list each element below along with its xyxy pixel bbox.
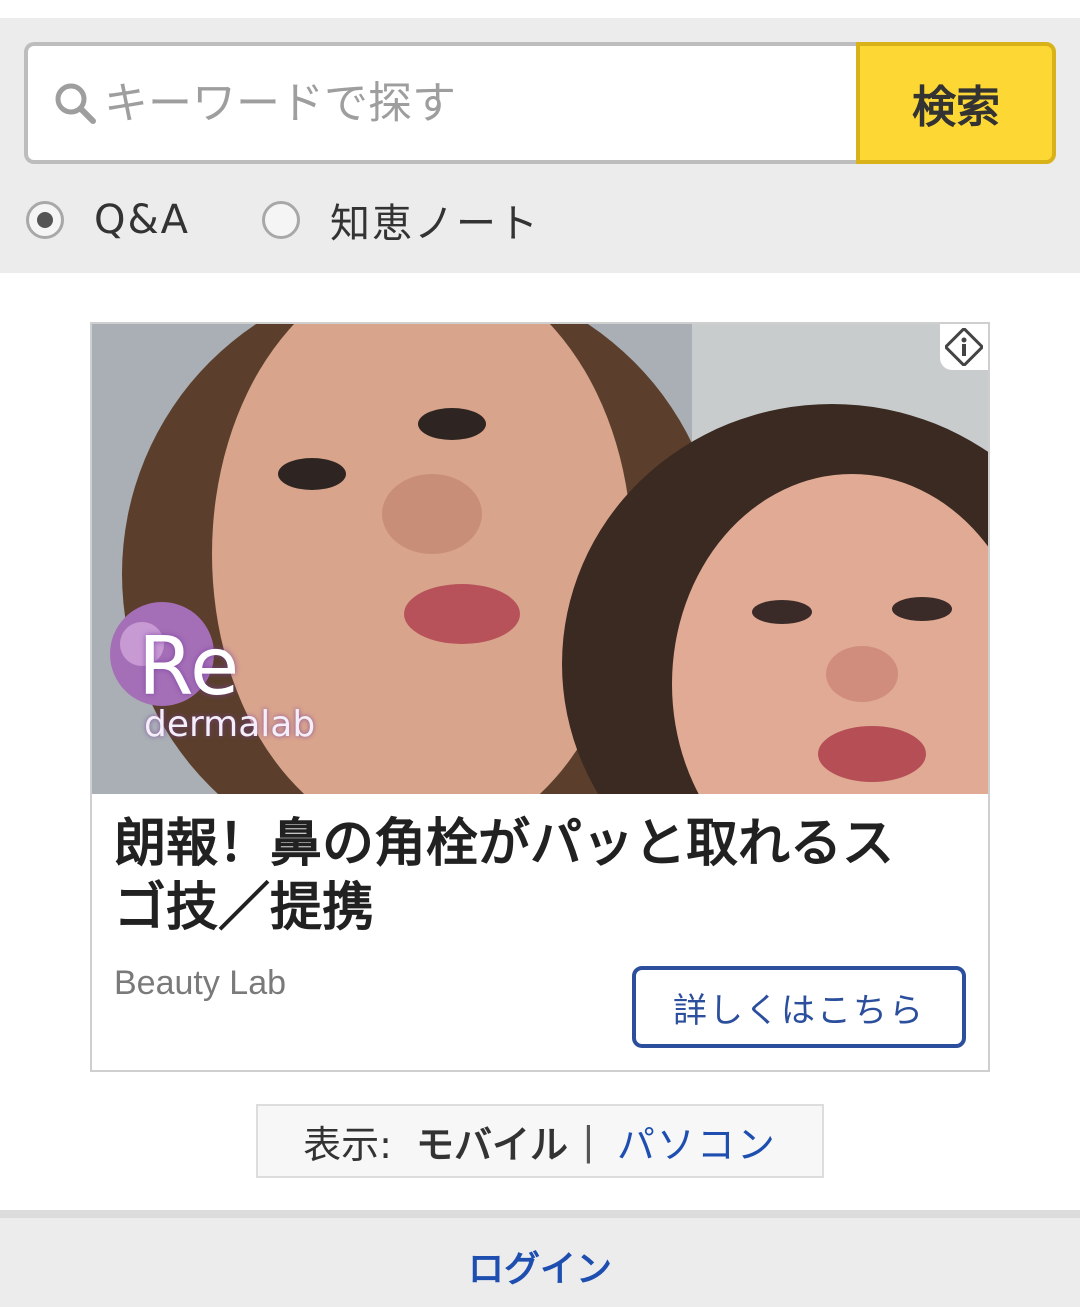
view-switch-prefix: 表示:: [303, 1122, 392, 1167]
info-icon: [945, 328, 983, 366]
search-icon: [55, 83, 96, 124]
view-switch: 表示: モバイル | パソコン: [256, 1104, 824, 1178]
search-area: 検索 Q&A 知恵ノート: [0, 0, 1080, 273]
search-input-wrapper[interactable]: [24, 42, 858, 164]
login-link[interactable]: ログイン: [468, 1240, 612, 1292]
view-pc-link[interactable]: パソコン: [617, 1114, 777, 1169]
radio-option-chie-note[interactable]: 知恵ノート: [262, 191, 540, 249]
radio-selected-dot: [37, 212, 53, 228]
ad-info-icon[interactable]: [940, 324, 988, 370]
search-input[interactable]: [104, 46, 844, 160]
footer: ログイン: [0, 1210, 1080, 1307]
radio-label-chie-note: 知恵ノート: [330, 201, 541, 247]
ad-logo-text: Re: [138, 620, 240, 713]
ad-source: Beauty Lab: [114, 964, 287, 1002]
radio-chie-note[interactable]: [262, 201, 301, 239]
search-button[interactable]: 検索: [856, 42, 1056, 164]
ad-headline[interactable]: 朗報！鼻の角栓がパッと取れるスゴ技／提携: [114, 812, 944, 940]
ad-logo-subtext: dermalab: [144, 704, 316, 745]
ad-card[interactable]: Re dermalab 朗報！鼻の角栓がパッと取れるスゴ技／提携 Beauty …: [90, 322, 990, 1072]
search-box: 検索: [24, 42, 1056, 164]
view-current-mobile: モバイル: [415, 1122, 568, 1167]
ad-cta-button[interactable]: 詳しくはこちら: [632, 966, 966, 1048]
search-type-radio-group: Q&A 知恵ノート: [26, 190, 612, 250]
radio-option-qa[interactable]: Q&A: [26, 197, 190, 243]
radio-label-qa: Q&A: [94, 197, 191, 243]
radio-qa[interactable]: [26, 201, 64, 239]
ad-image[interactable]: Re dermalab: [92, 324, 988, 794]
view-switch-separator: |: [582, 1119, 595, 1163]
